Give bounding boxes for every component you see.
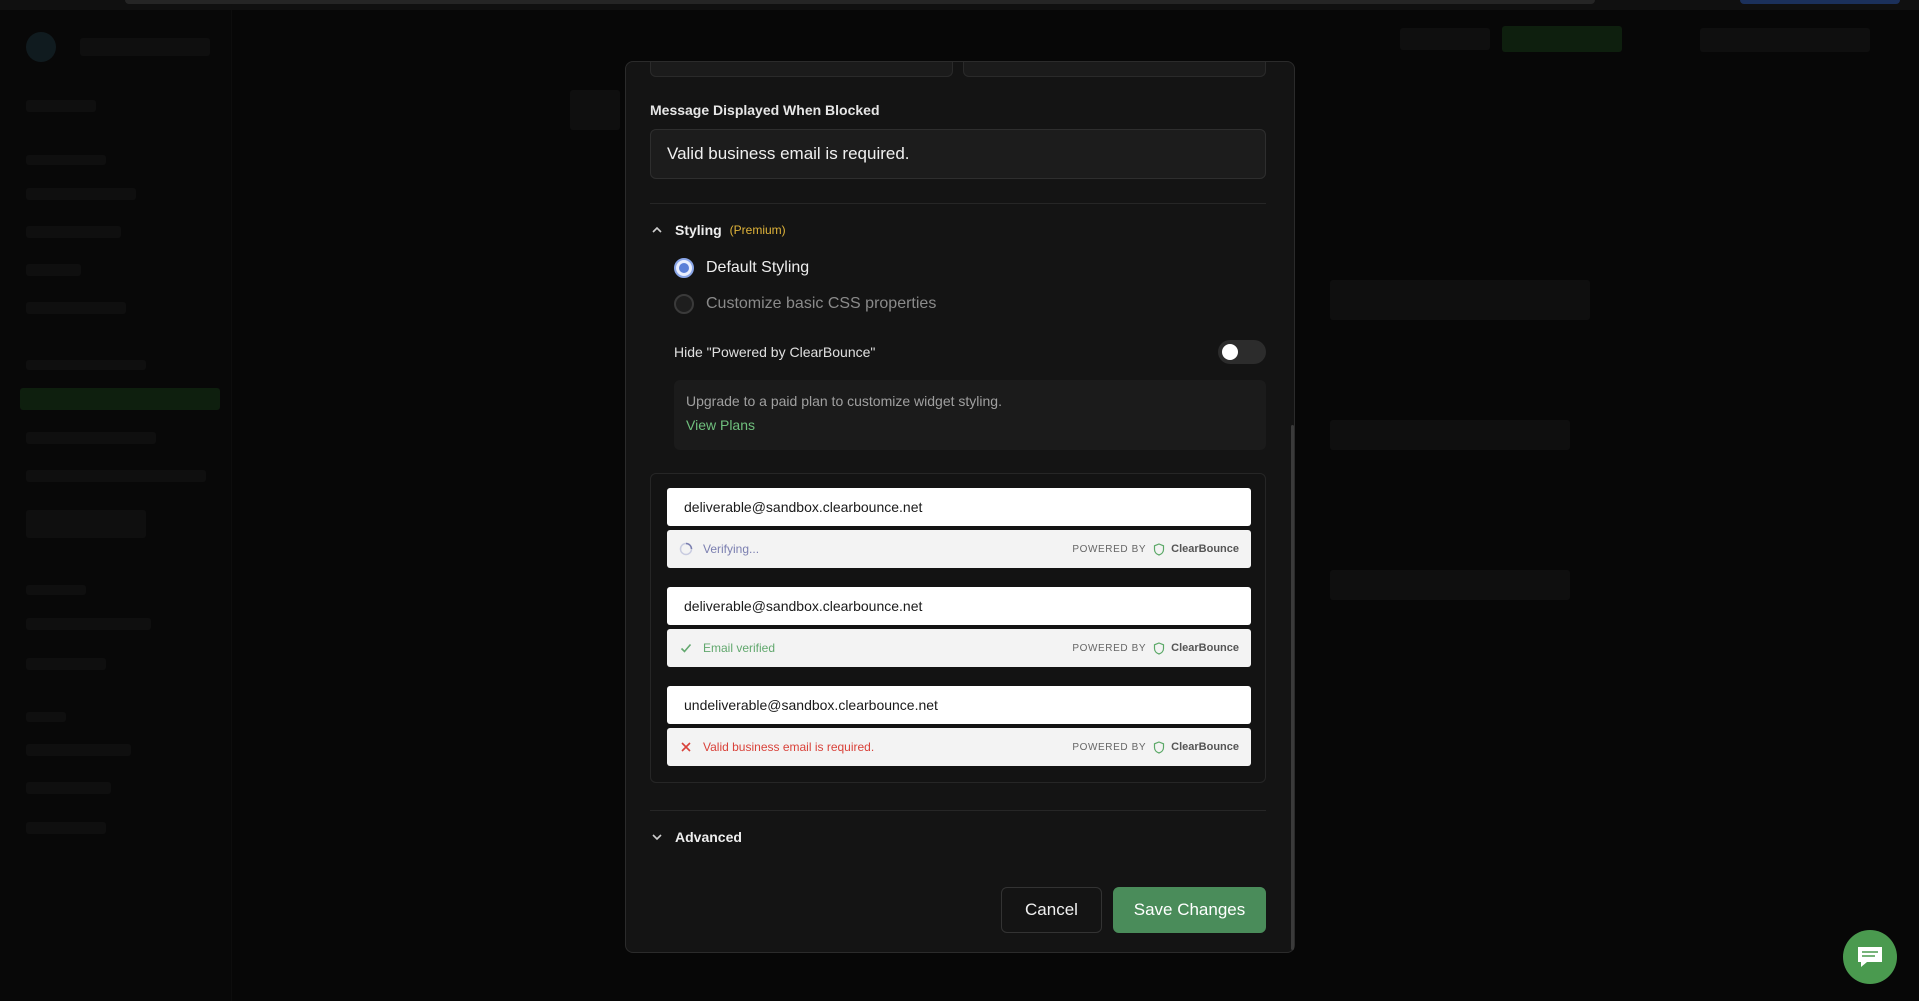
- shield-icon: [1154, 740, 1165, 754]
- widget-preview: deliverable@sandbox.clearbounce.net Veri…: [650, 473, 1266, 783]
- preview-status-verifying: Verifying... POWERED BY ClearBounce: [667, 530, 1251, 568]
- blocked-message-label: Message Displayed When Blocked: [650, 102, 880, 118]
- radio-unselected[interactable]: [674, 294, 694, 314]
- modal-scrollbar[interactable]: [1291, 425, 1294, 950]
- advanced-title: Advanced: [675, 829, 742, 845]
- close-icon: [681, 742, 691, 752]
- divider: [650, 203, 1266, 204]
- powered-by-text: POWERED BY: [1072, 642, 1147, 654]
- upgrade-text: Upgrade to a paid plan to customize widg…: [686, 393, 1002, 409]
- radio-default-styling[interactable]: Default Styling: [674, 258, 809, 278]
- top-input-right[interactable]: [963, 62, 1266, 77]
- chevron-up-icon: [652, 226, 662, 233]
- save-changes-button[interactable]: Save Changes: [1113, 887, 1266, 933]
- radio-customize-css[interactable]: Customize basic CSS properties: [674, 294, 936, 314]
- check-icon: [680, 643, 692, 653]
- upgrade-notice: Upgrade to a paid plan to customize widg…: [674, 380, 1266, 450]
- powered-by-text: POWERED BY: [1072, 543, 1147, 555]
- styling-section-toggle[interactable]: Styling (Premium): [650, 222, 786, 238]
- preview-status-verified: Email verified POWERED BY ClearBounce: [667, 629, 1251, 667]
- toggle-knob: [1222, 344, 1238, 360]
- status-text: Verifying...: [703, 542, 760, 556]
- chevron-down-icon: [652, 834, 662, 841]
- powered-by: POWERED BY ClearBounce: [1072, 641, 1239, 655]
- styling-title: Styling: [675, 222, 722, 238]
- radio-selected[interactable]: [674, 258, 694, 278]
- radio-label: Customize basic CSS properties: [706, 295, 937, 312]
- preview-status-error: Valid business email is required. POWERE…: [667, 728, 1251, 766]
- chat-icon: [1858, 947, 1882, 967]
- brand-name: ClearBounce: [1171, 543, 1239, 555]
- top-input-row: [650, 62, 1266, 77]
- premium-badge: (Premium): [729, 223, 786, 237]
- blocked-message-input[interactable]: Valid business email is required.: [650, 129, 1266, 179]
- brand-name: ClearBounce: [1171, 642, 1239, 654]
- divider: [650, 810, 1266, 811]
- preview-email-input[interactable]: deliverable@sandbox.clearbounce.net: [667, 488, 1251, 526]
- radio-label: Default Styling: [706, 259, 810, 276]
- spinner-icon: [679, 542, 693, 556]
- status-text: Email verified: [703, 641, 776, 655]
- top-input-left[interactable]: [650, 62, 953, 77]
- preview-email-input[interactable]: undeliverable@sandbox.clearbounce.net: [667, 686, 1251, 724]
- powered-by-text: POWERED BY: [1072, 741, 1147, 753]
- brand-name: ClearBounce: [1171, 741, 1239, 753]
- hide-powered-toggle[interactable]: [1218, 340, 1266, 364]
- status-text: Valid business email is required.: [703, 740, 875, 754]
- shield-icon: [1154, 542, 1165, 556]
- shield-icon: [1154, 641, 1165, 655]
- preview-email-input[interactable]: deliverable@sandbox.clearbounce.net: [667, 587, 1251, 625]
- widget-settings-modal: Message Displayed When Blocked Valid bus…: [625, 61, 1295, 953]
- powered-by: POWERED BY ClearBounce: [1072, 740, 1239, 754]
- hide-powered-label: Hide "Powered by ClearBounce": [674, 344, 876, 360]
- chat-widget-button[interactable]: [1843, 930, 1897, 984]
- cancel-button[interactable]: Cancel: [1001, 887, 1102, 933]
- advanced-section-toggle[interactable]: Advanced: [650, 829, 742, 845]
- powered-by: POWERED BY ClearBounce: [1072, 542, 1239, 556]
- view-plans-link[interactable]: View Plans: [686, 417, 755, 433]
